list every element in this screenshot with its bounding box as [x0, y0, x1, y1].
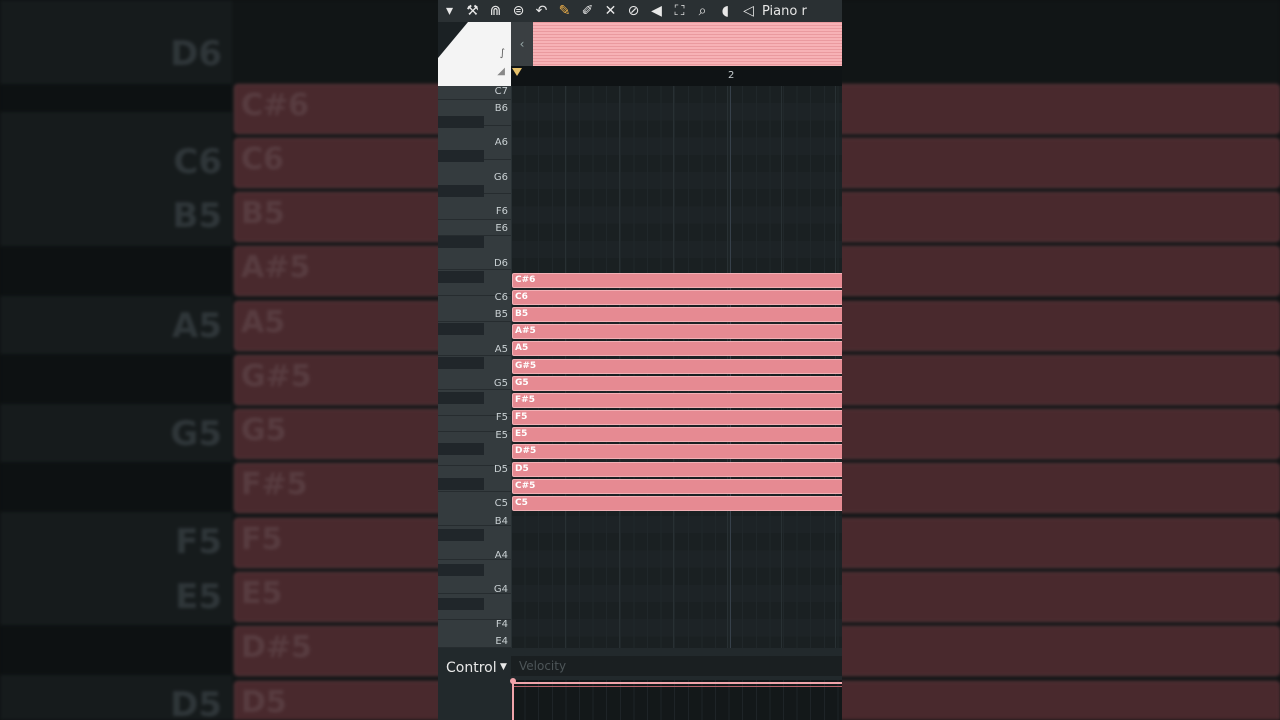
piano-black-key[interactable] [438, 529, 484, 541]
note[interactable]: D#5 [512, 444, 842, 459]
key-label: G6 [493, 172, 508, 183]
piano-black-key[interactable] [438, 443, 484, 455]
note[interactable]: B5 [512, 307, 842, 322]
key-label: A5 [494, 344, 508, 355]
triangle-icon: ◢ [497, 66, 505, 77]
key-label: F5 [495, 412, 508, 423]
speaker-icon[interactable]: ◁ [737, 0, 760, 22]
piano-black-key[interactable] [438, 323, 484, 335]
key-label: A4 [494, 550, 508, 561]
velocity-tab[interactable]: Velocity [511, 656, 842, 676]
key-label: E6 [495, 223, 508, 234]
note[interactable]: D5 [512, 462, 842, 477]
bar-number: 2 [728, 70, 735, 81]
key-label: B6 [494, 103, 508, 114]
list-icon[interactable]: ⊜ [507, 0, 530, 22]
key-label: B4 [494, 516, 508, 527]
timeline-ruler[interactable]: 2 [511, 66, 842, 86]
piano-black-key[interactable] [438, 392, 484, 404]
key-label: C7 [494, 86, 508, 97]
key-label: A6 [494, 137, 508, 148]
piano-black-key[interactable] [438, 271, 484, 283]
velocity-handle[interactable] [510, 678, 516, 684]
note[interactable]: A5 [512, 341, 842, 356]
key-label: D5 [493, 464, 508, 475]
magnet-icon[interactable]: ⋒ [484, 0, 507, 22]
note[interactable]: G#5 [512, 359, 842, 374]
note-grid[interactable]: C#6 C6 B5 A#5 A5 G#5 G5 F#5 F5 E5 D#5 D5… [511, 86, 842, 648]
piano-black-key[interactable] [438, 478, 484, 490]
piano-black-key[interactable] [438, 150, 484, 162]
velocity-level-shadow [512, 686, 842, 687]
note[interactable]: F5 [512, 410, 842, 425]
key-label: B5 [494, 309, 508, 320]
key-label: F4 [495, 619, 508, 630]
piano-keyboard[interactable]: C7 B6 A6 G6 F6 E6 D6 C6 B5 A5 G5 F5 E5 D… [438, 86, 511, 648]
piano-black-key[interactable] [438, 564, 484, 576]
scroll-left-button[interactable]: ‹ [511, 22, 533, 66]
note[interactable]: C6 [512, 290, 842, 305]
paint-brush-icon[interactable]: ✐ [576, 0, 599, 22]
key-label: F6 [495, 206, 508, 217]
mute-icon[interactable]: ⊘ [622, 0, 645, 22]
chevron-down-icon[interactable]: ▼ [500, 662, 507, 672]
menu-arrow-icon[interactable]: ▾ [438, 0, 461, 22]
velocity-level [512, 682, 842, 684]
piano-black-key[interactable] [438, 357, 484, 369]
note[interactable]: A#5 [512, 324, 842, 339]
key-label: E4 [495, 636, 508, 647]
piano-roll-window: ▾ ⚒ ⋒ ⊜ ↶ ✎ ✐ ✕ ⊘ ◀ ⛶ ⌕ ◖ ◁ Piano r ∫ ◢ … [438, 0, 842, 720]
note[interactable]: C#5 [512, 479, 842, 494]
slice-icon[interactable]: ◀ [645, 0, 668, 22]
key-label: D6 [493, 258, 508, 269]
note[interactable]: F#5 [512, 393, 842, 408]
key-label: E5 [495, 430, 508, 441]
select-icon[interactable]: ⛶ [668, 0, 691, 22]
control-dropdown[interactable]: Control [446, 660, 497, 676]
key-label: C5 [494, 498, 508, 509]
velocity-stem[interactable] [512, 682, 514, 720]
delete-icon[interactable]: ✕ [599, 0, 622, 22]
note[interactable]: C#6 [512, 273, 842, 288]
note[interactable]: G5 [512, 376, 842, 391]
piano-roll-toolbar: ▾ ⚒ ⋒ ⊜ ↶ ✎ ✐ ✕ ⊘ ◀ ⛶ ⌕ ◖ ◁ Piano r [438, 0, 842, 22]
piano-black-key[interactable] [438, 116, 484, 128]
window-title: Piano r [762, 3, 807, 19]
key-label: G4 [493, 584, 508, 595]
pattern-overview-notes [533, 22, 842, 66]
playback-icon[interactable]: ◖ [714, 0, 737, 22]
event-editor: Control ▼ Velocity [438, 648, 842, 720]
piano-black-key[interactable] [438, 185, 484, 197]
note[interactable]: E5 [512, 427, 842, 442]
key-label: C6 [494, 292, 508, 303]
playhead-marker-icon[interactable] [512, 68, 522, 76]
pencil-icon[interactable]: ✎ [553, 0, 576, 22]
piano-black-key[interactable] [438, 598, 484, 610]
undo-icon[interactable]: ↶ [530, 0, 553, 22]
wrench-icon[interactable]: ⚒ [461, 0, 484, 22]
curve-icon: ∫ [499, 48, 505, 59]
note[interactable]: C5 [512, 496, 842, 511]
piano-black-key[interactable] [438, 236, 484, 248]
key-label: G5 [493, 378, 508, 389]
zoom-icon[interactable]: ⌕ [691, 0, 714, 22]
